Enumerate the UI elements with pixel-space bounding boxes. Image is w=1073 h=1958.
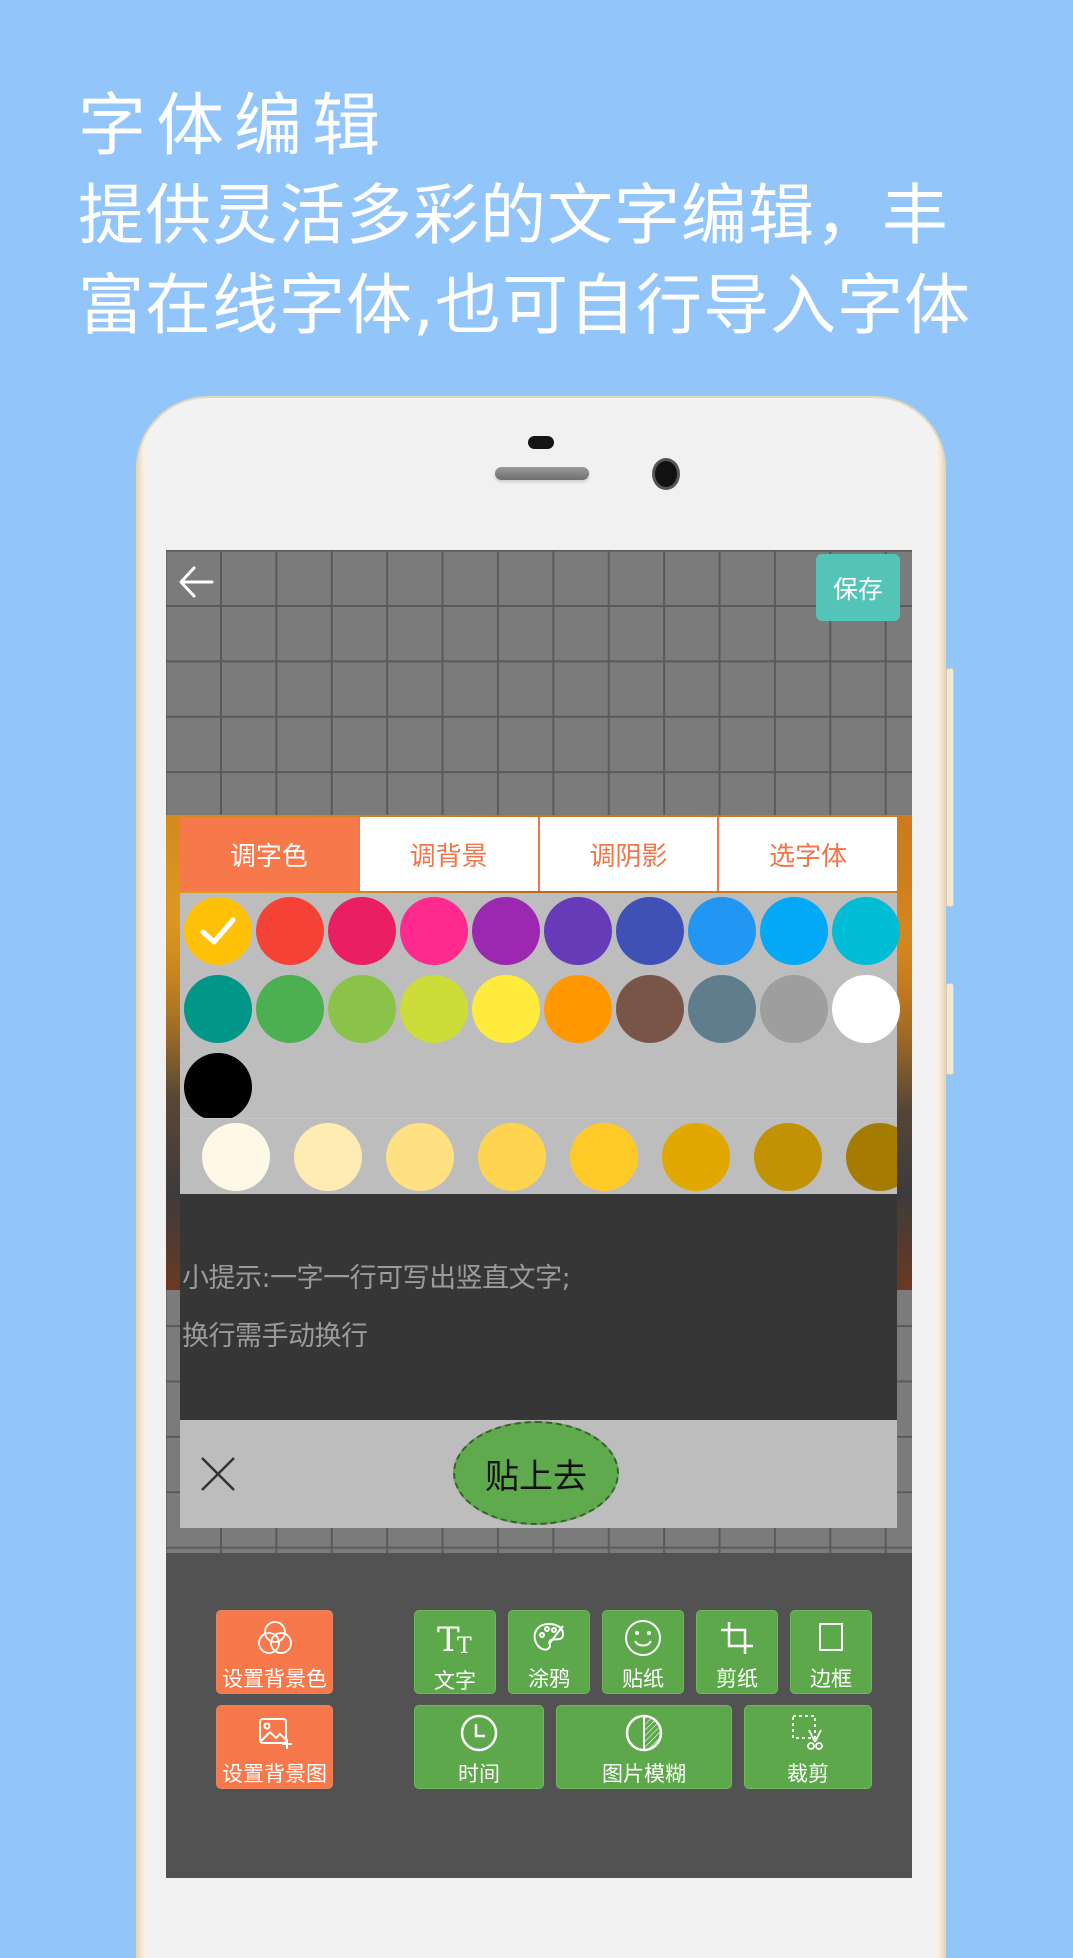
color-swatch[interactable] [184, 1053, 252, 1121]
save-button[interactable]: 保存 [816, 554, 900, 621]
crop-icon [715, 1617, 759, 1659]
svg-text:T: T [457, 1634, 472, 1659]
time-tool-button[interactable]: 时间 [414, 1705, 544, 1789]
tab-shadow[interactable]: 调阴影 [537, 817, 718, 891]
tool-label: 边框 [810, 1667, 852, 1691]
color-swatch[interactable] [688, 897, 756, 965]
tool-label: 裁剪 [787, 1762, 829, 1786]
tab-font[interactable]: 选字体 [717, 817, 897, 891]
color-swatch[interactable] [760, 975, 828, 1043]
shade-swatch[interactable] [478, 1123, 546, 1191]
tool-label: 文字 [434, 1669, 476, 1693]
phone-volume-button [946, 668, 954, 907]
border-square-icon [809, 1617, 853, 1659]
color-circles-icon [253, 1617, 297, 1659]
tool-label: 涂鸦 [528, 1667, 570, 1691]
tool-label: 剪纸 [716, 1667, 758, 1691]
image-blur-tool-button[interactable]: 图片模糊 [556, 1705, 732, 1789]
doodle-tool-button[interactable]: 涂鸦 [508, 1610, 590, 1694]
checkmark-icon [200, 917, 236, 945]
phone-sensor [528, 436, 554, 449]
text-edit-panel: 调字色 调背景 调阴影 选字体 小提示:一字一行可写出竖直文字; 换行需手动换行… [180, 817, 900, 1528]
color-swatch[interactable] [832, 975, 900, 1043]
phone-camera [652, 458, 680, 490]
shade-swatch[interactable] [570, 1123, 638, 1191]
phone-speaker [495, 467, 589, 480]
color-swatch[interactable] [472, 975, 540, 1043]
sticker-tool-button[interactable]: 贴纸 [602, 1610, 684, 1694]
tab-label: 调字色 [229, 841, 308, 872]
tool-label: 贴纸 [622, 1667, 664, 1691]
color-swatch[interactable] [256, 975, 324, 1043]
color-swatch[interactable] [472, 897, 540, 965]
promo-line-2: 富在线字体,也可自行导入字体 [78, 267, 971, 344]
paper-cut-tool-button[interactable]: 剪纸 [696, 1610, 778, 1694]
tab-text-color[interactable]: 调字色 [180, 817, 358, 891]
close-button[interactable] [198, 1454, 238, 1494]
color-swatch[interactable] [616, 975, 684, 1043]
tab-label: 调阴影 [589, 841, 668, 872]
shade-swatch[interactable] [386, 1123, 454, 1191]
promo-title: 字体编辑 [78, 87, 391, 166]
set-background-color-button[interactable]: 设置背景色 [216, 1610, 333, 1694]
app-screen: 保存 调字色 调背景 调阴影 选字体 小提示:一字一行可写出竖直文字; 换行需手… [166, 550, 912, 1878]
tool-label: 设置背景色 [222, 1667, 327, 1691]
hint-text-line-1: 小提示:一字一行可写出竖直文字; [182, 1263, 571, 1294]
action-bar: 贴上去 [180, 1420, 897, 1528]
blur-half-circle-icon [622, 1712, 666, 1754]
tool-label: 图片模糊 [602, 1762, 686, 1786]
color-swatch[interactable] [760, 897, 828, 965]
border-tool-button[interactable]: 边框 [790, 1610, 872, 1694]
shade-swatch[interactable] [754, 1123, 822, 1191]
shade-swatch[interactable] [294, 1123, 362, 1191]
promo-line-1: 提供灵活多彩的文字编辑，丰 [78, 177, 949, 254]
back-button[interactable] [174, 560, 218, 604]
color-swatch[interactable] [544, 975, 612, 1043]
tab-label: 调背景 [409, 841, 488, 872]
paste-button[interactable]: 贴上去 [453, 1421, 619, 1525]
shade-swatch[interactable] [846, 1123, 897, 1191]
text-tool-button[interactable]: TT 文字 [414, 1610, 496, 1694]
cut-selection-icon [786, 1712, 830, 1754]
set-background-image-button[interactable]: 设置背景图 [216, 1705, 333, 1789]
close-x-icon [201, 1457, 235, 1491]
color-swatch[interactable] [832, 897, 900, 965]
edit-tabs: 调字色 调背景 调阴影 选字体 [180, 817, 897, 891]
palette-icon [527, 1617, 571, 1659]
crop-cut-tool-button[interactable]: 裁剪 [744, 1705, 872, 1789]
shade-swatch[interactable] [662, 1123, 730, 1191]
color-swatch[interactable] [256, 897, 324, 965]
color-swatch[interactable] [544, 897, 612, 965]
image-add-icon [253, 1712, 297, 1754]
text-tt-icon: TT [433, 1617, 477, 1661]
arrow-left-icon [179, 566, 214, 598]
color-swatch[interactable] [184, 897, 252, 965]
shade-row[interactable] [180, 1118, 897, 1195]
smiley-icon [621, 1617, 665, 1659]
tool-label: 时间 [458, 1762, 500, 1786]
tab-label: 选字体 [769, 841, 848, 872]
color-swatch[interactable] [616, 897, 684, 965]
color-swatch[interactable] [400, 975, 468, 1043]
clock-icon [457, 1712, 501, 1754]
tool-label: 设置背景图 [222, 1762, 327, 1786]
shade-swatch[interactable] [202, 1123, 270, 1191]
color-swatch[interactable] [328, 975, 396, 1043]
hint-text-line-2: 换行需手动换行 [182, 1321, 368, 1352]
color-palette [180, 893, 900, 1126]
color-swatch[interactable] [328, 897, 396, 965]
color-swatch[interactable] [400, 897, 468, 965]
color-swatch[interactable] [184, 975, 252, 1043]
tab-background[interactable]: 调背景 [357, 817, 538, 891]
color-swatch[interactable] [688, 975, 756, 1043]
phone-power-button [946, 983, 954, 1075]
text-input-area[interactable]: 小提示:一字一行可写出竖直文字; 换行需手动换行 [180, 1194, 897, 1420]
